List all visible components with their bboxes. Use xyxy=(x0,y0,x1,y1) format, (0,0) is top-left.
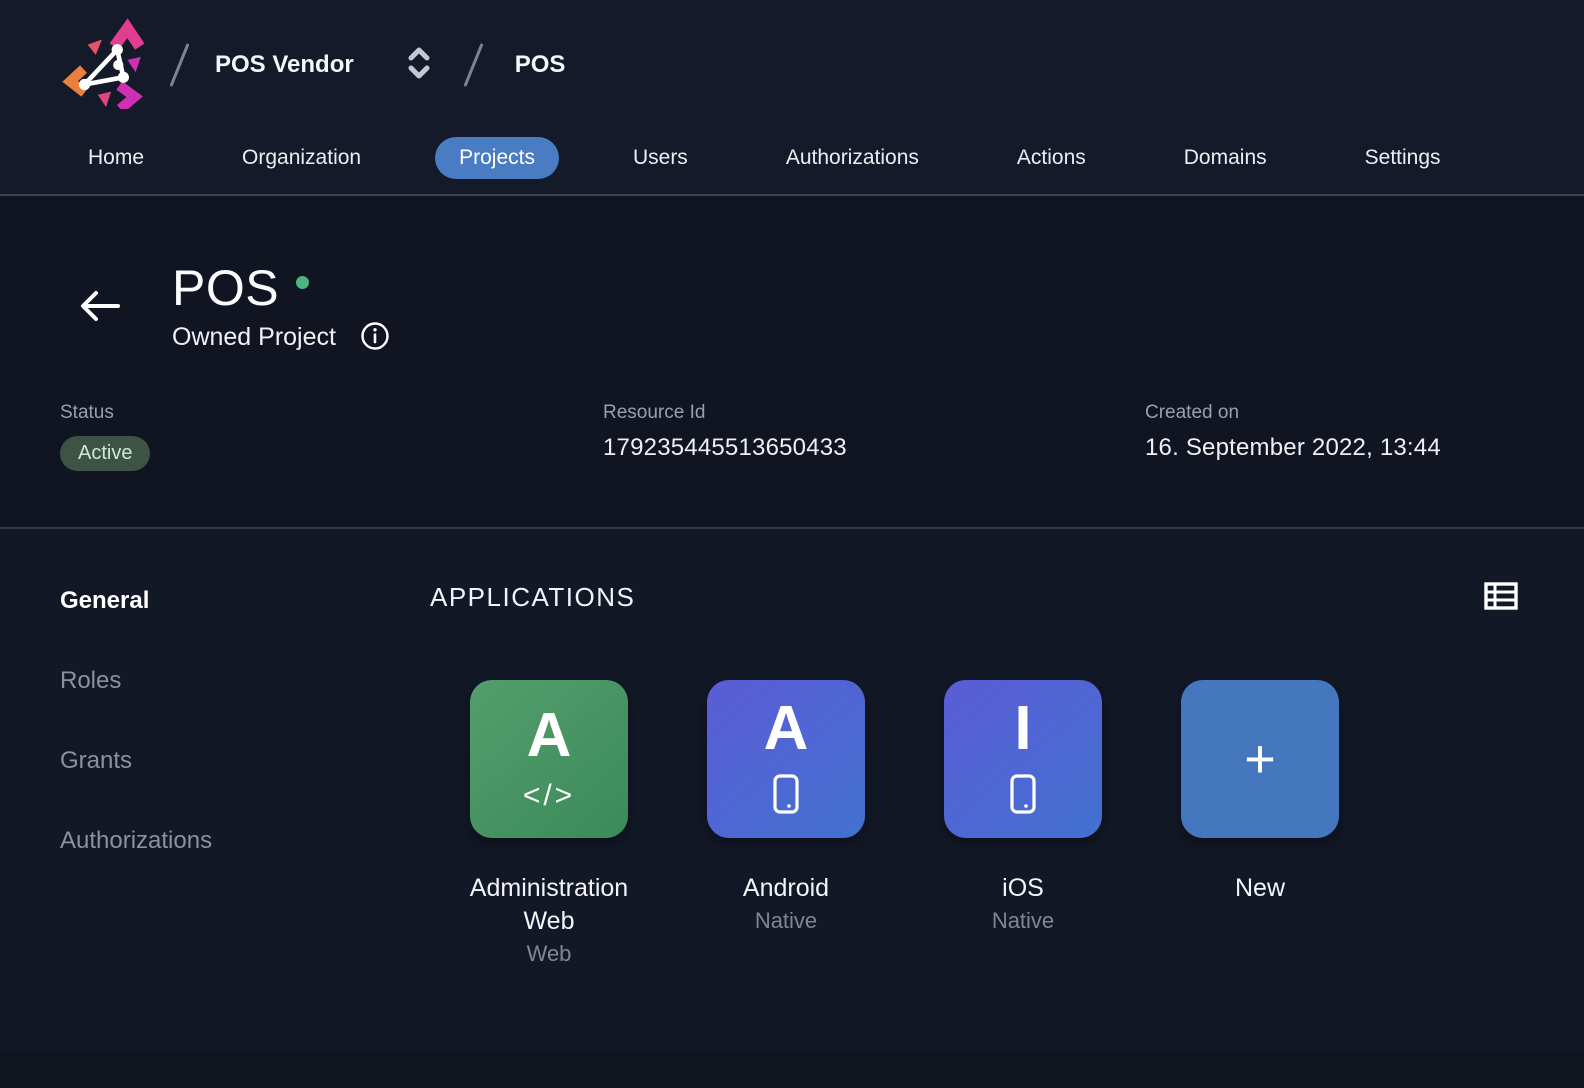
back-button[interactable] xyxy=(78,289,122,326)
breadcrumb-project[interactable]: POS xyxy=(515,51,566,79)
nav-item-home[interactable]: Home xyxy=(64,137,168,179)
info-button[interactable] xyxy=(360,321,390,354)
created-on-label: Created on xyxy=(1145,402,1441,424)
app-kind: Native xyxy=(992,908,1054,934)
content: General Roles Grants Authorizations APPL… xyxy=(0,529,1584,1050)
app-kind: Native xyxy=(755,908,817,934)
breadcrumb-slash-icon xyxy=(169,43,189,87)
app-name: iOS xyxy=(1002,872,1044,905)
smartphone-icon xyxy=(772,774,800,819)
project-header: POS Owned Project Status xyxy=(0,196,1584,529)
applications-heading: APPLICATIONS xyxy=(430,582,635,613)
status-badge: Active xyxy=(60,436,150,471)
app-initial: A xyxy=(764,698,809,760)
app-card-administration-web[interactable]: A </> Administration Web Web xyxy=(470,680,628,967)
zitadel-logo-icon[interactable] xyxy=(60,17,152,114)
nav-item-domains[interactable]: Domains xyxy=(1160,137,1291,179)
page-subtitle: Owned Project xyxy=(172,323,336,352)
info-icon xyxy=(360,321,390,354)
applications-grid: A </> Administration Web Web A xyxy=(430,680,1518,967)
code-icon: </> xyxy=(523,779,575,813)
sidebar-item-roles[interactable]: Roles xyxy=(60,667,430,695)
applications-section: APPLICATIONS A </> Adm xyxy=(430,529,1584,1050)
nav-item-organization[interactable]: Organization xyxy=(218,137,385,179)
topbar: POS Vendor POS Home Organization Project… xyxy=(0,0,1584,196)
app-name: Android xyxy=(743,872,829,905)
plus-icon: + xyxy=(1244,732,1276,786)
nav-item-projects[interactable]: Projects xyxy=(435,137,559,179)
project-sidebar: General Roles Grants Authorizations xyxy=(0,529,430,1050)
resource-id-value: 179235445513650433 xyxy=(603,434,1145,462)
resource-id-label: Resource Id xyxy=(603,402,1145,424)
app-kind: Web xyxy=(527,941,572,967)
breadcrumb-slash-icon xyxy=(463,43,483,87)
arrow-back-icon xyxy=(78,289,122,326)
sidebar-item-general[interactable]: General xyxy=(60,587,430,615)
nav-item-settings[interactable]: Settings xyxy=(1341,137,1465,179)
project-meta: Status Active Resource Id 17923544551365… xyxy=(0,402,1584,471)
app-initial: I xyxy=(1014,698,1031,760)
smartphone-icon xyxy=(1009,774,1037,819)
page-title: POS xyxy=(172,262,279,315)
app-name: Administration Web xyxy=(448,872,650,938)
app-initial: A xyxy=(527,705,572,767)
app-card-android[interactable]: A Android Native xyxy=(707,680,865,967)
app-tile[interactable]: A xyxy=(707,680,865,838)
new-app-tile[interactable]: + xyxy=(1181,680,1339,838)
sidebar-item-grants[interactable]: Grants xyxy=(60,747,430,775)
nav-item-actions[interactable]: Actions xyxy=(993,137,1110,179)
table-view-icon xyxy=(1484,581,1518,614)
main-nav: Home Organization Projects Users Authori… xyxy=(0,130,1584,194)
unfold-more-icon[interactable] xyxy=(354,46,432,85)
status-label: Status xyxy=(60,402,603,424)
table-view-button[interactable] xyxy=(1484,581,1518,614)
app-tile[interactable]: A </> xyxy=(470,680,628,838)
nav-item-users[interactable]: Users xyxy=(609,137,712,179)
app-tile[interactable]: I xyxy=(944,680,1102,838)
brand-row: POS Vendor POS xyxy=(0,0,1584,130)
created-on-value: 16. September 2022, 13:44 xyxy=(1145,434,1441,462)
sidebar-item-authorizations[interactable]: Authorizations xyxy=(60,827,430,855)
breadcrumb-org[interactable]: POS Vendor xyxy=(215,51,354,79)
app-card-new[interactable]: + New xyxy=(1181,680,1339,967)
org-picker[interactable]: POS Vendor xyxy=(215,46,432,85)
project-active-dot xyxy=(296,276,309,289)
app-card-ios[interactable]: I iOS Native xyxy=(944,680,1102,967)
nav-item-authorizations[interactable]: Authorizations xyxy=(762,137,943,179)
app-name: New xyxy=(1235,872,1285,905)
